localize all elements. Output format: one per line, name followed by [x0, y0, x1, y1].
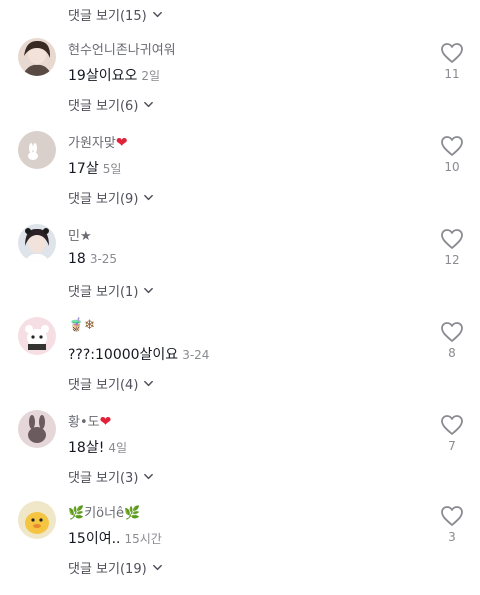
heart-outline-icon	[441, 322, 463, 342]
chevron-down-icon	[152, 11, 162, 17]
comment-username[interactable]: 민★	[68, 225, 92, 244]
comment-time: 4일	[108, 441, 127, 455]
view-replies[interactable]: 댓글 보기(9)	[68, 186, 154, 208]
comment-time: 5일	[102, 162, 122, 176]
chevron-down-icon	[144, 473, 154, 479]
like-count: 12	[444, 253, 460, 267]
chevron-down-icon	[152, 564, 162, 570]
chevron-down-icon	[144, 287, 154, 293]
view-replies[interactable]: 댓글 보기(1)	[68, 279, 154, 301]
comment-time: 3-25	[89, 252, 118, 266]
like-button[interactable]: 8	[438, 321, 466, 360]
view-replies-label: 댓글 보기(6)	[68, 98, 139, 114]
comment-username[interactable]: 가원자맞❤	[68, 132, 128, 151]
view-replies[interactable]: 댓글 보기(4)	[68, 372, 154, 394]
like-button[interactable]: 10	[438, 135, 466, 174]
user-avatar[interactable]	[18, 38, 56, 76]
comment-time: 15시간	[124, 532, 162, 546]
comment-item: 🌿키ö너ê🌿 15이여.. 15시간 댓글 보기(19) 3	[0, 501, 480, 594]
heart-outline-icon	[441, 229, 463, 249]
comment-text: 19살이요오 2일	[68, 68, 161, 84]
heart-outline-icon	[441, 415, 463, 435]
chevron-down-icon	[144, 380, 154, 386]
comment-item: 현수언니존나귀여워 19살이요오 2일 댓글 보기(6) 11	[0, 38, 480, 131]
view-replies-label: 댓글 보기(9)	[68, 191, 139, 207]
view-replies-label: 댓글 보기(19)	[68, 561, 147, 577]
like-count: 8	[448, 346, 456, 360]
view-replies-top[interactable]: 댓글 보기(15)	[68, 2, 163, 26]
comment-text: 18살! 4일	[68, 440, 127, 456]
comment-username[interactable]: 현수언니존나귀여워	[68, 39, 176, 58]
comment-item: 가원자맞❤ 17살 5일 댓글 보기(9) 10	[0, 131, 480, 224]
like-button[interactable]: 3	[438, 505, 466, 544]
comment-text: ???:10000살이요 3-24	[68, 347, 210, 363]
like-count: 3	[448, 530, 456, 544]
emoji-username: 🧋❄	[68, 318, 96, 333]
comment-time: 2일	[141, 69, 161, 83]
like-count: 11	[444, 67, 460, 81]
comment-text: 17살 5일	[68, 161, 122, 177]
user-avatar[interactable]	[18, 317, 56, 355]
like-count: 10	[444, 160, 460, 174]
view-replies[interactable]: 댓글 보기(19)	[68, 556, 163, 578]
comment-username[interactable]: 황•도❤	[68, 411, 111, 430]
view-replies-label: 댓글 보기(15)	[68, 8, 147, 24]
view-replies-label: 댓글 보기(4)	[68, 377, 139, 393]
like-button[interactable]: 12	[438, 228, 466, 267]
chevron-down-icon	[144, 101, 154, 107]
user-avatar[interactable]	[18, 410, 56, 448]
chevron-down-icon	[144, 194, 154, 200]
user-avatar[interactable]	[18, 131, 56, 169]
leaf-emoji: 🌿	[68, 506, 85, 521]
comment-username[interactable]: 🧋❄	[68, 318, 95, 333]
view-replies[interactable]: 댓글 보기(6)	[68, 93, 154, 115]
comment-username[interactable]: 🌿키ö너ê🌿	[68, 502, 140, 521]
leaf-emoji: 🌿	[124, 506, 141, 521]
comment-item: 민★ 18 3-25 댓글 보기(1) 12	[0, 224, 480, 317]
like-button[interactable]: 7	[438, 414, 466, 453]
comment-text: 18 3-25	[68, 251, 118, 267]
heart-outline-icon	[441, 136, 463, 156]
like-count: 7	[448, 439, 456, 453]
heart-emoji: ❤	[115, 135, 128, 151]
heart-outline-icon	[441, 43, 463, 63]
comment-text: 15이여.. 15시간	[68, 531, 162, 547]
view-replies-label: 댓글 보기(1)	[68, 284, 139, 300]
comment-item: 황•도❤ 18살! 4일 댓글 보기(3) 7	[0, 410, 480, 503]
comment-time: 3-24	[182, 348, 210, 362]
view-replies[interactable]: 댓글 보기(3)	[68, 465, 154, 487]
like-button[interactable]: 11	[438, 42, 466, 81]
heart-outline-icon	[441, 506, 463, 526]
heart-emoji: ❤	[99, 414, 112, 430]
user-avatar[interactable]	[18, 501, 56, 539]
user-avatar[interactable]	[18, 224, 56, 262]
view-replies-label: 댓글 보기(3)	[68, 470, 139, 486]
comment-item: 🧋❄ ???:10000살이요 3-24 댓글 보기(4) 8	[0, 317, 480, 410]
